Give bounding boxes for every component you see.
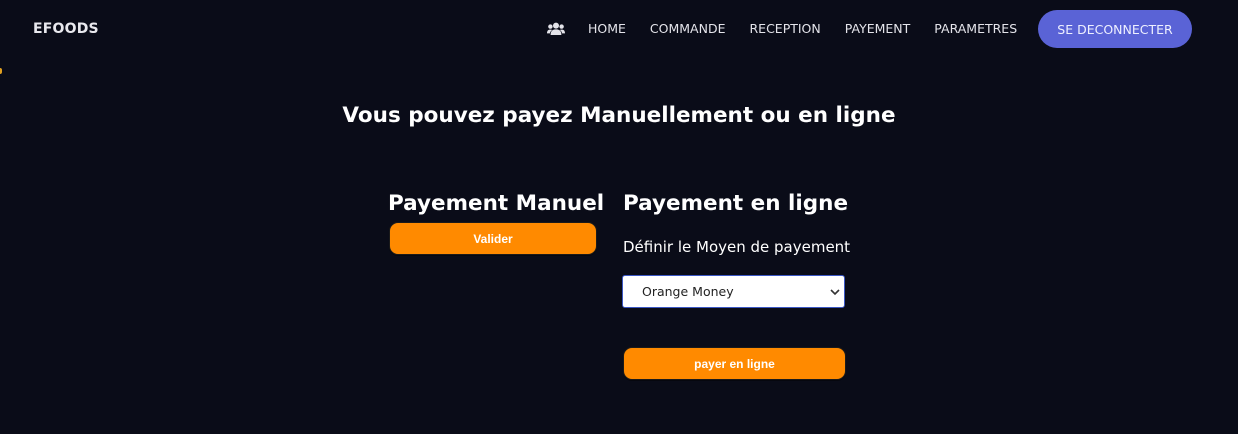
pay-online-button[interactable]: payer en ligne — [623, 347, 846, 380]
brand-logo[interactable]: EFOODS — [33, 21, 99, 37]
users-icon[interactable] — [547, 22, 565, 36]
payment-method-label: Définir le Moyen de payement — [623, 238, 851, 256]
logout-button[interactable]: SE DECONNECTER — [1038, 10, 1192, 48]
chevron-down-icon — [830, 289, 840, 296]
nav-link-payement[interactable]: PAYEMENT — [845, 21, 911, 36]
nav-links: HOME COMMANDE RECEPTION PAYEMENT PARAMET… — [547, 21, 1041, 36]
edge-indicator — [0, 68, 2, 74]
online-payment-title: Payement en ligne — [623, 191, 849, 216]
payment-method-selected: Orange Money — [642, 284, 734, 299]
page-title: Vous pouvez payez Manuellement ou en lig… — [342, 103, 896, 128]
navbar: EFOODS HOME COMMANDE RECEPTION PAYEMENT … — [0, 0, 1238, 60]
nav-link-reception[interactable]: RECEPTION — [749, 21, 820, 36]
payment-method-select[interactable]: Orange Money — [622, 275, 845, 308]
nav-link-commande[interactable]: COMMANDE — [650, 21, 726, 36]
nav-link-home[interactable]: HOME — [588, 21, 626, 36]
nav-link-parametres[interactable]: PARAMETRES — [934, 21, 1017, 36]
validate-button[interactable]: Valider — [389, 222, 597, 255]
manual-payment-title: Payement Manuel — [388, 191, 605, 216]
